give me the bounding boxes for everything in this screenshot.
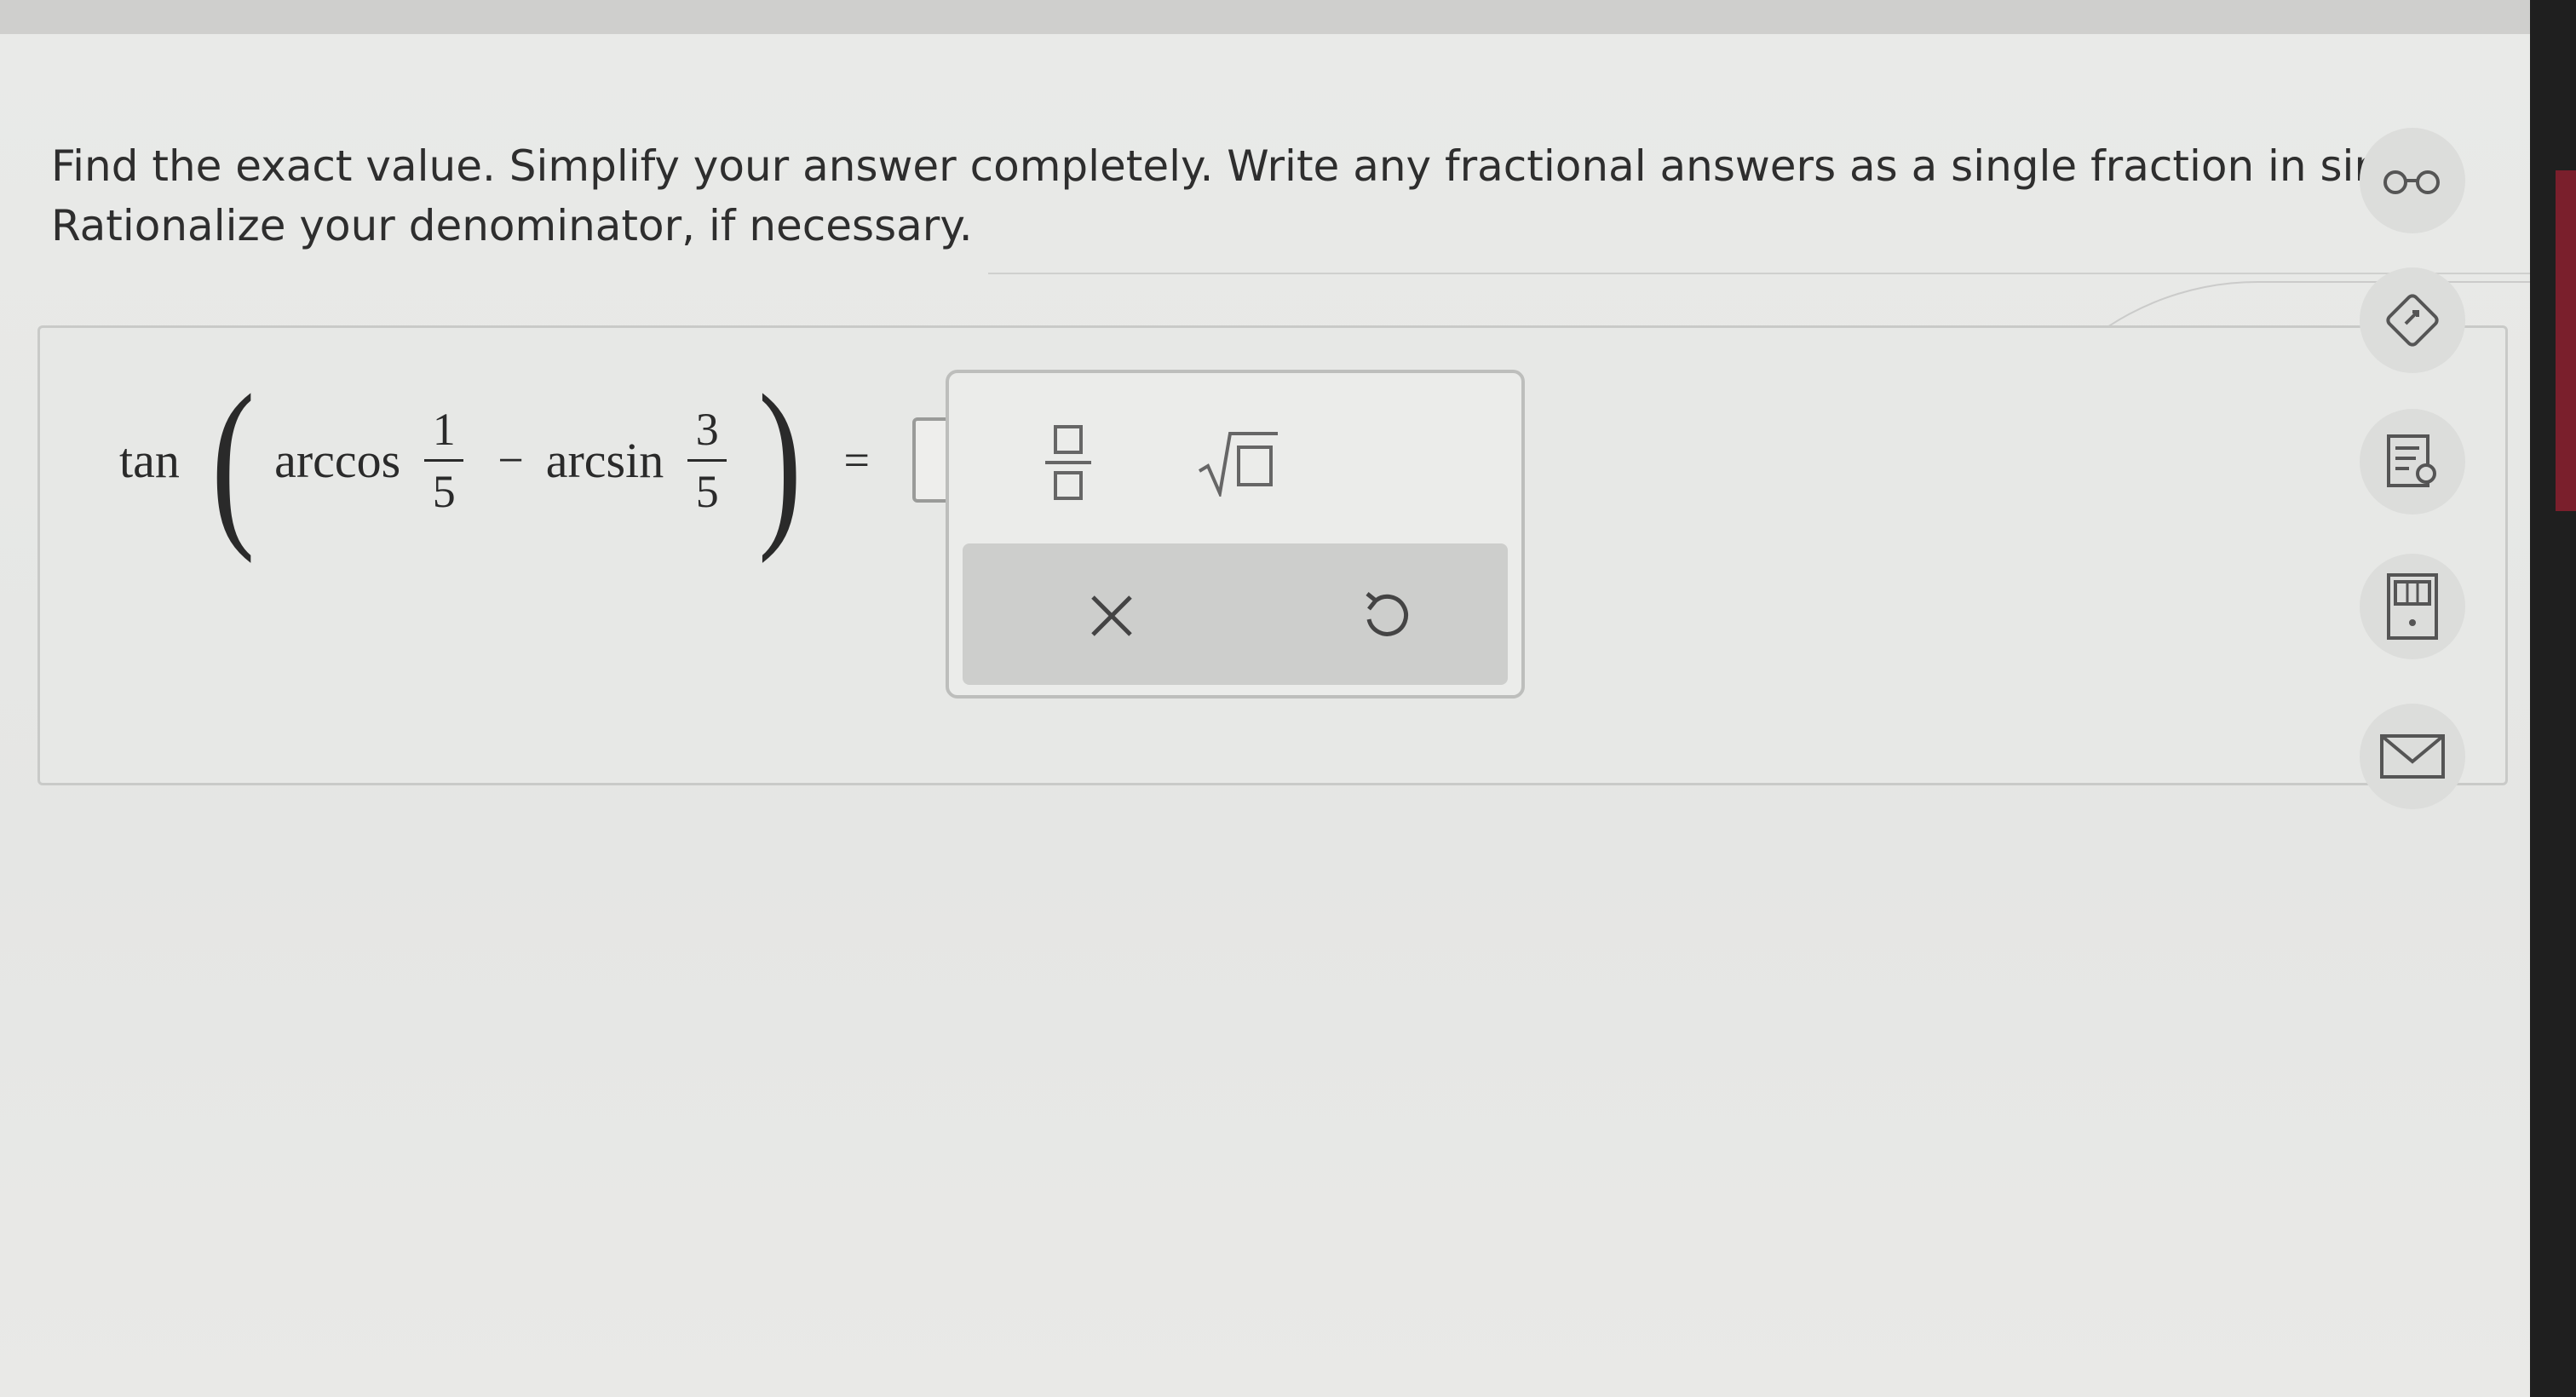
calculator-icon [2387,573,2438,640]
calculator-button[interactable] [2360,554,2465,659]
sqrt-tool-button[interactable] [1187,416,1290,509]
fraction-denominator: 5 [695,465,719,517]
math-palette [946,370,1525,698]
undo-button[interactable] [1337,569,1431,663]
fraction-bar [687,458,727,462]
glasses-icon [2383,170,2440,194]
edit-answer-button[interactable] [2360,267,2465,373]
clear-button[interactable] [1065,569,1159,663]
fraction-numerator: 3 [695,403,719,455]
close-paren: ) [758,356,802,564]
instructions-line-2: Rationalize your denominator, if necessa… [51,201,973,250]
fraction-three-fifths: 3 5 [687,403,727,518]
accessibility-glasses-button[interactable] [2360,128,2465,233]
question-instructions: Find the exact value. Simplify your answ… [51,136,2539,256]
fraction-tool-button[interactable] [1026,416,1111,509]
textbook-icon [2387,434,2436,487]
fraction-icon [1045,425,1091,500]
header-divider [988,273,2539,274]
device-bezel [2530,0,2576,1397]
open-paren: ( [210,356,256,564]
fraction-denominator: 5 [432,465,456,517]
instructions-line-1: Find the exact value. Simplify your answ… [51,141,2461,191]
square-root-icon [1198,432,1278,497]
bezel-highlight [2556,170,2576,511]
fraction-one-fifth: 1 5 [424,403,464,518]
arcsin-function: arcsin [545,432,664,488]
edit-tag-icon [2386,294,2439,347]
palette-actions [963,543,1508,685]
undo-icon [1366,592,1408,636]
message-button[interactable] [2360,704,2465,809]
tan-function: tan [119,432,180,488]
fraction-numerator: 1 [432,403,456,455]
fraction-bar [424,458,464,462]
arccos-function: arccos [274,432,401,488]
minus-operator: − [497,434,524,486]
equals-sign: = [843,434,870,486]
textbook-button[interactable] [2360,409,2465,515]
mail-icon [2380,734,2445,779]
math-expression: tan ( arccos 1 5 − arcsin 3 5 ) = [119,366,986,554]
close-icon [1091,595,1132,636]
